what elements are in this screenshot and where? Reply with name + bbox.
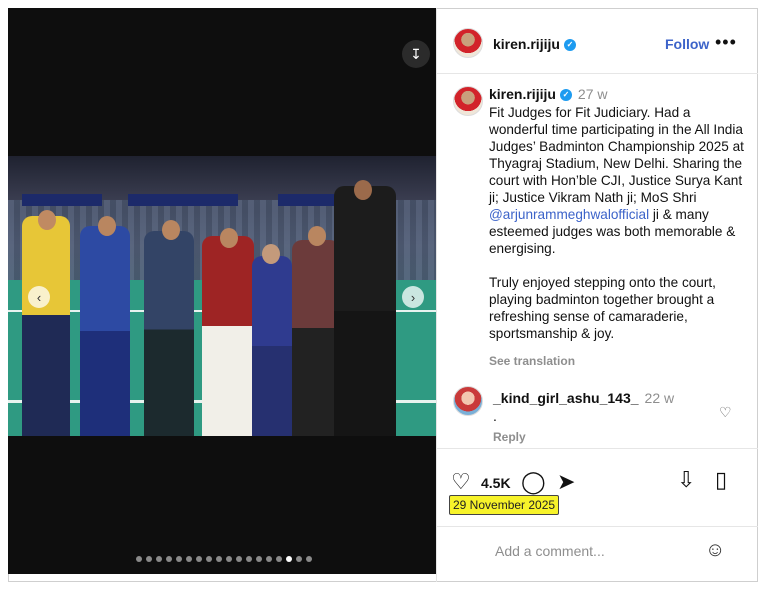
- comment-like-icon[interactable]: ♡: [719, 404, 732, 421]
- person: [292, 240, 340, 436]
- like-count[interactable]: 4.5K: [481, 475, 511, 491]
- post-photo: [8, 156, 436, 436]
- carousel-dot: [136, 556, 142, 562]
- comment-icon[interactable]: ◯: [521, 469, 546, 495]
- carousel-dot: [266, 556, 272, 562]
- post-time[interactable]: 27 w: [578, 86, 608, 102]
- carousel-dot: [216, 556, 222, 562]
- media-pane: ↧ ‹ ›: [8, 8, 436, 574]
- next-image-button[interactable]: ›: [402, 286, 424, 308]
- see-translation-link[interactable]: See translation: [489, 354, 575, 368]
- repost-icon[interactable]: ⇩: [677, 467, 695, 493]
- carousel-dot: [256, 556, 262, 562]
- carousel-dot: [226, 556, 232, 562]
- bookmark-icon[interactable]: ▯: [715, 467, 727, 493]
- commenter-username[interactable]: _kind_girl_ashu_143_: [493, 390, 639, 406]
- commenter-avatar[interactable]: [453, 386, 483, 416]
- avatar[interactable]: [453, 28, 483, 58]
- person: [252, 256, 292, 436]
- heart-icon[interactable]: ♡: [451, 469, 471, 495]
- carousel-dot: [296, 556, 302, 562]
- carousel-dot: [196, 556, 202, 562]
- verified-icon: ✓: [559, 89, 572, 102]
- carousel-dot: [286, 556, 292, 562]
- download-button[interactable]: ↧: [402, 40, 430, 68]
- person: [202, 236, 254, 436]
- post-side-panel: kiren.rijiju ✓ Follow ••• kiren.rijiju ✓ 27…: [436, 8, 758, 582]
- carousel-dot: [146, 556, 152, 562]
- post-header: kiren.rijiju ✓ Follow •••: [437, 8, 758, 74]
- carousel-dot: [186, 556, 192, 562]
- carousel-dot: [236, 556, 242, 562]
- carousel-dot: [156, 556, 162, 562]
- caption-avatar[interactable]: [453, 86, 483, 116]
- person: [334, 186, 396, 436]
- chevron-left-icon: ‹: [36, 289, 42, 305]
- person: [22, 216, 70, 436]
- caption-username: kiren.rijiju ✓ 27 w: [489, 86, 608, 102]
- mention-link[interactable]: @arjunrammeghwalofficial: [489, 207, 649, 222]
- emoji-icon[interactable]: ☺: [705, 539, 725, 562]
- previous-image-button[interactable]: ‹: [28, 286, 50, 308]
- comment-time: 22 w: [644, 390, 675, 406]
- carousel-dot: [206, 556, 212, 562]
- more-icon[interactable]: •••: [715, 32, 737, 53]
- header-username[interactable]: kiren.rijiju ✓: [493, 36, 576, 52]
- post-caption: Fit Judges for Fit Judiciary. Had a wond…: [489, 105, 744, 341]
- comment-composer: ☺: [437, 526, 758, 582]
- verified-icon: ✓: [563, 39, 576, 52]
- follow-button[interactable]: Follow: [665, 36, 709, 52]
- carousel-dot: [176, 556, 182, 562]
- carousel-indicator: [136, 556, 312, 562]
- post-date: 29 November 2025: [449, 495, 560, 515]
- carousel-dot: [246, 556, 252, 562]
- carousel-dot: [166, 556, 172, 562]
- comment-text: .: [493, 408, 497, 424]
- comment-item: _kind_girl_ashu_143_ 22 w: [493, 390, 674, 406]
- chevron-right-icon: ›: [410, 289, 416, 305]
- carousel-dot: [306, 556, 312, 562]
- carousel-dot: [276, 556, 282, 562]
- reply-button[interactable]: Reply: [493, 430, 526, 444]
- person: [80, 226, 130, 436]
- comment-input[interactable]: [495, 543, 695, 559]
- person: [144, 231, 194, 436]
- download-icon: ↧: [410, 45, 422, 62]
- share-icon[interactable]: ➤: [557, 469, 575, 495]
